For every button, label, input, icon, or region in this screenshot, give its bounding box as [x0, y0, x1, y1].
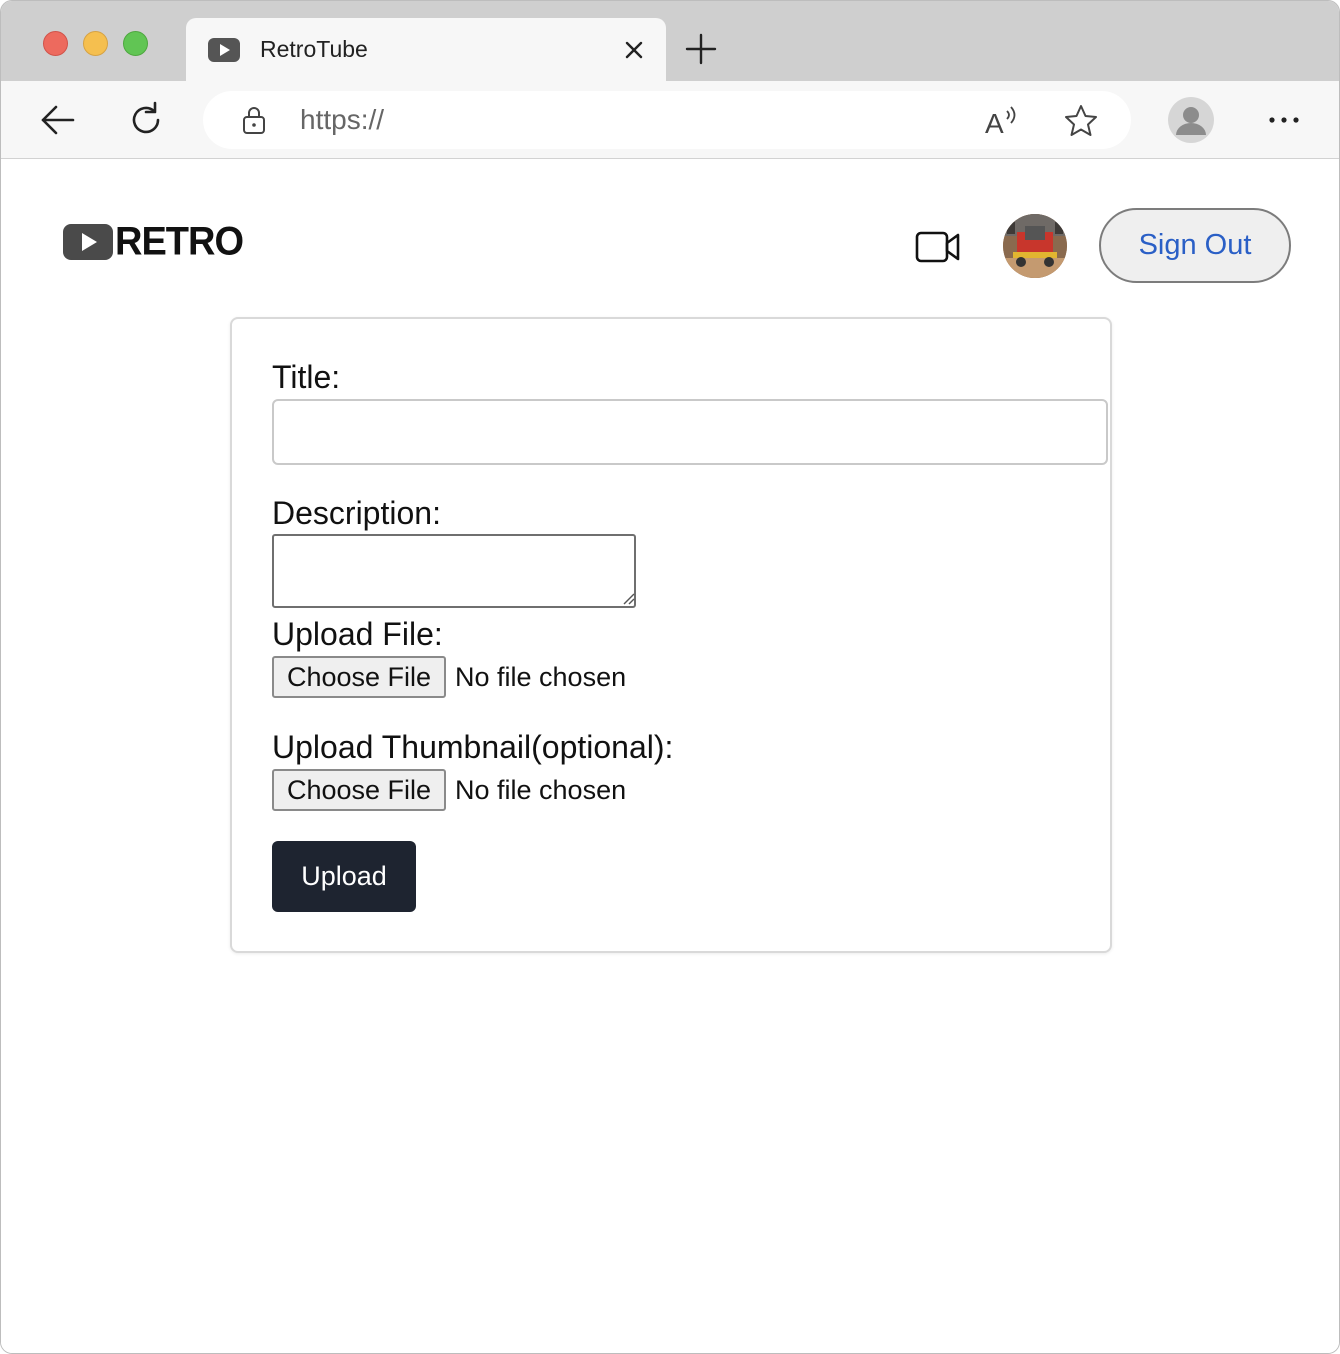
- thumbnail-file-input: Choose File No file chosen: [272, 769, 626, 811]
- play-icon: [63, 224, 113, 260]
- star-icon[interactable]: [1063, 103, 1099, 139]
- title-label: Title:: [272, 359, 341, 395]
- maximize-window-button[interactable]: [123, 31, 148, 56]
- close-window-button[interactable]: [43, 31, 68, 56]
- video-camera-icon[interactable]: [915, 229, 961, 265]
- file-status: No file chosen: [455, 661, 627, 692]
- description-label: Description:: [272, 495, 441, 531]
- thumbnail-status: No file chosen: [455, 774, 627, 805]
- tab-strip: RetroTube: [1, 1, 1339, 82]
- description-textarea[interactable]: [272, 534, 636, 608]
- arrow-left-icon[interactable]: [39, 101, 77, 139]
- read-aloud-icon[interactable]: A: [983, 103, 1023, 137]
- lock-icon[interactable]: [239, 105, 269, 135]
- svg-text:A: A: [985, 108, 1004, 137]
- upload-file-input: Choose File No file chosen: [272, 656, 626, 698]
- avatar[interactable]: [1003, 214, 1067, 278]
- title-input[interactable]: [272, 399, 1108, 465]
- browser-window: RetroTube https:// A RETRO Sign Out Titl…: [0, 0, 1340, 1354]
- minimize-window-button[interactable]: [83, 31, 108, 56]
- close-icon[interactable]: [622, 38, 646, 62]
- tab-retrotube[interactable]: RetroTube: [186, 18, 666, 82]
- tab-title: RetroTube: [260, 36, 368, 62]
- url-text[interactable]: https://: [300, 104, 384, 136]
- site-logo[interactable]: RETRO: [63, 219, 244, 265]
- avatar-image: [1003, 214, 1067, 278]
- play-icon: [208, 38, 240, 62]
- thumbnail-label: Upload Thumbnail(optional):: [272, 729, 674, 765]
- more-icon[interactable]: [1265, 107, 1303, 133]
- profile-icon[interactable]: [1168, 97, 1214, 143]
- upload-file-label: Upload File:: [272, 616, 443, 652]
- upload-form: Title: Description: Upload File: Choose …: [230, 317, 1112, 953]
- sign-out-button[interactable]: Sign Out: [1099, 208, 1291, 283]
- choose-file-button[interactable]: Choose File: [272, 656, 446, 698]
- resize-grip-icon[interactable]: [621, 591, 635, 605]
- choose-thumbnail-button[interactable]: Choose File: [272, 769, 446, 811]
- upload-button[interactable]: Upload: [272, 841, 416, 912]
- address-bar[interactable]: https:// A: [203, 91, 1131, 149]
- reload-icon[interactable]: [127, 101, 165, 139]
- logo-text: RETRO: [115, 219, 244, 265]
- plus-icon[interactable]: [685, 33, 717, 65]
- browser-toolbar: https:// A: [1, 81, 1339, 159]
- page-content: RETRO Sign Out Title: Description: Uploa…: [1, 159, 1339, 1353]
